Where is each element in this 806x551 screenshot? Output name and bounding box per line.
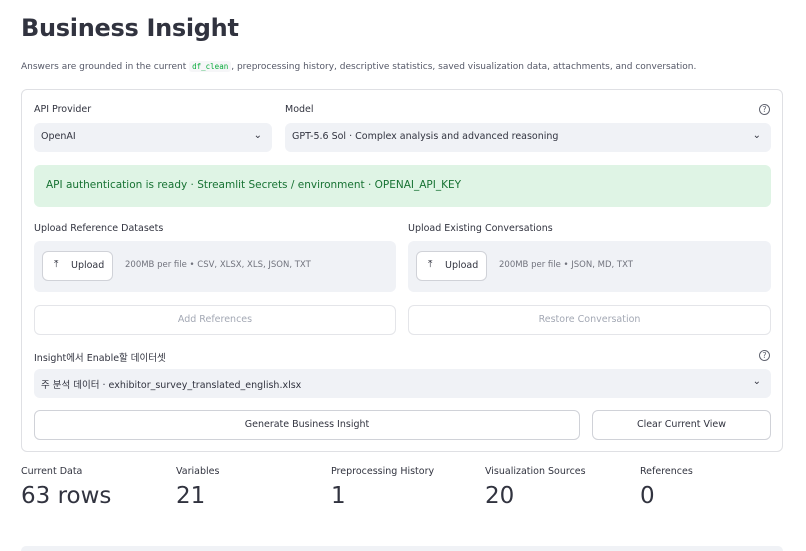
metric-current-data: Current Data 63 rows — [21, 466, 111, 509]
model-help-icon[interactable]: ? — [759, 104, 770, 115]
metric-variables: Variables 21 — [176, 466, 219, 509]
reference-upload-label: Upload Reference Datasets — [34, 223, 164, 234]
metric-value: 63 rows — [21, 483, 112, 509]
model-select[interactable]: GPT-5.6 Sol · Complex analysis and advan… — [285, 123, 771, 152]
subtitle-text-after: , preprocessing history, descriptive sta… — [231, 62, 697, 72]
dataset-value: 주 분석 데이터 · exhibitor_survey_translated_e… — [41, 380, 302, 391]
metric-preprocessing-history: Preprocessing History 1 — [331, 466, 434, 509]
upload-icon: ⤒ — [54, 259, 59, 270]
model-value: GPT-5.6 Sol · Complex analysis and advan… — [292, 131, 559, 142]
model-label: Model — [285, 104, 314, 115]
add-references-button[interactable]: Add References — [34, 305, 396, 335]
metric-visualization-sources: Visualization Sources 20 — [485, 466, 586, 509]
upload-button-label: Upload — [71, 260, 105, 271]
api-provider-label: API Provider — [34, 104, 92, 115]
api-provider-select[interactable]: OpenAI ⌄ — [34, 123, 272, 152]
page-title: Business Insight — [21, 14, 239, 42]
metric-value: 20 — [485, 483, 515, 509]
subtitle-code: df_clean — [189, 61, 232, 72]
dataset-help-icon[interactable]: ? — [759, 350, 770, 361]
metric-label: Current Data — [21, 466, 83, 477]
chevron-down-icon: ⌄ — [752, 376, 761, 387]
metric-label: Preprocessing History — [331, 466, 435, 477]
generate-insight-button[interactable]: Generate Business Insight — [34, 410, 580, 440]
metric-references: References 0 — [640, 466, 693, 509]
api-provider-value: OpenAI — [41, 131, 76, 142]
metric-label: Visualization Sources — [485, 466, 586, 477]
upload-button-label: Upload — [445, 260, 479, 271]
chevron-down-icon: ⌄ — [253, 130, 262, 141]
reference-upload-button[interactable]: ⤒ Upload — [42, 251, 113, 281]
chevron-down-icon: ⌄ — [752, 130, 761, 141]
conversation-upload-hint: 200MB per file • JSON, MD, TXT — [499, 260, 633, 270]
insight-config-panel: API Provider Model ? OpenAI ⌄ GPT-5.6 So… — [21, 89, 783, 452]
dataset-select[interactable]: 주 분석 데이터 · exhibitor_survey_translated_e… — [34, 369, 771, 398]
dataset-label: Insight에서 Enable할 데이터셋 — [34, 353, 166, 364]
reference-upload-hint: 200MB per file • CSV, XLSX, XLS, JSON, T… — [125, 260, 311, 270]
conversation-upload-label: Upload Existing Conversations — [408, 223, 553, 234]
upload-icon: ⤒ — [428, 259, 433, 270]
subtitle-text-before: Answers are grounded in the current — [21, 62, 187, 72]
metric-value: 1 — [331, 483, 346, 509]
conversation-upload-button[interactable]: ⤒ Upload — [416, 251, 487, 281]
restore-conversation-button[interactable]: Restore Conversation — [408, 305, 771, 335]
next-section-container — [21, 546, 783, 551]
clear-view-button[interactable]: Clear Current View — [592, 410, 771, 440]
metric-label: Variables — [176, 466, 220, 477]
metric-value: 21 — [176, 483, 206, 509]
api-auth-alert: API authentication is ready · Streamlit … — [34, 165, 771, 207]
metric-value: 0 — [640, 483, 655, 509]
api-auth-alert-text: API authentication is ready · Streamlit … — [46, 179, 462, 191]
page-subtitle: Answers are grounded in the current df_c… — [21, 61, 697, 72]
reference-dropzone[interactable]: ⤒ Upload 200MB per file • CSV, XLSX, XLS… — [34, 241, 396, 292]
metric-label: References — [640, 466, 693, 477]
conversation-dropzone[interactable]: ⤒ Upload 200MB per file • JSON, MD, TXT — [408, 241, 771, 292]
